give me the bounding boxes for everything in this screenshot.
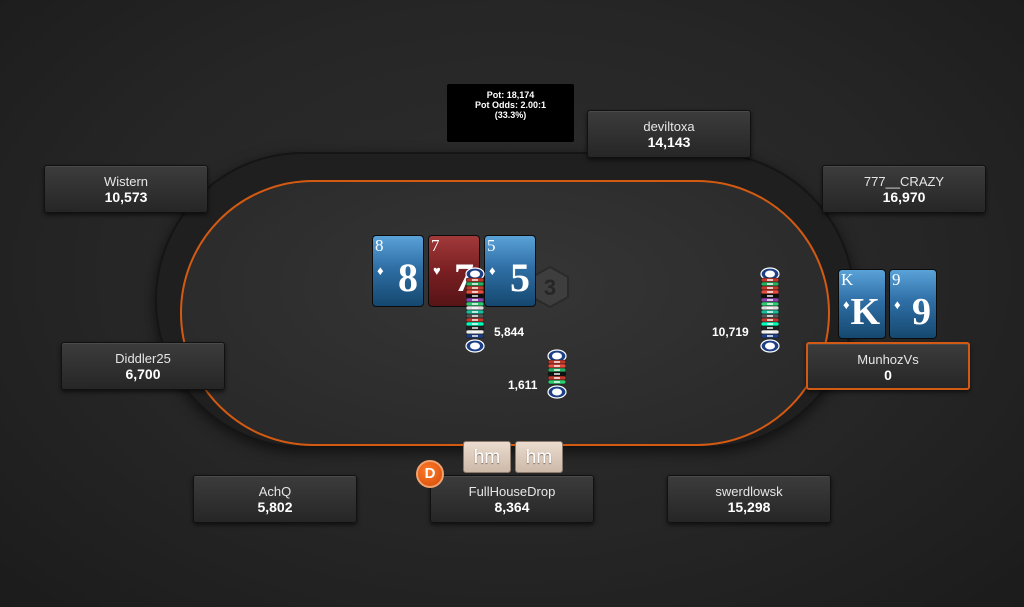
seat-munhozvs[interactable]: MunhozVs 0 (806, 342, 970, 390)
player-name: swerdlowsk (715, 484, 783, 499)
card-rank-large: K (850, 291, 880, 333)
card-rank: 7 (431, 236, 440, 255)
bet-amount-right: 10,719 (712, 325, 749, 339)
player-stack: 10,573 (104, 189, 148, 205)
card-rank: 8 (375, 236, 384, 255)
seat-deviltoxa[interactable]: deviltoxa 14,143 (587, 110, 751, 158)
bet-amount-center: 5,844 (494, 325, 525, 339)
svg-text:3: 3 (544, 275, 556, 300)
player-name: MunhozVs (857, 352, 919, 367)
dealer-button: D (416, 460, 444, 488)
card-rank: 5 (487, 236, 496, 255)
pot-odds-percent: (33.3%) (494, 110, 527, 120)
pot-odds: Pot Odds: 2.00:1 (474, 100, 546, 110)
player-stack: 14,143 (647, 134, 691, 150)
pot-amount: Pot: 18,174 (486, 90, 535, 100)
player-name: AchQ (258, 484, 292, 499)
player-name: Wistern (103, 174, 149, 189)
board-card-3: 5 ♦ 5 (484, 235, 536, 307)
player-name: deviltoxa (643, 119, 695, 134)
poker-table-felt (180, 180, 830, 446)
seat-swerdlowsk[interactable]: swerdlowsk 15,298 (667, 475, 831, 523)
hole-card-1: K ♦ K (838, 269, 886, 339)
card-rank: 9 (892, 270, 901, 289)
heart-suit-icon: ♥ (433, 263, 441, 278)
player-stack: 16,970 (882, 189, 926, 205)
player-name: FullHouseDrop (468, 484, 556, 499)
diamond-suit-icon: ♦ (894, 297, 901, 312)
card-rank: K (841, 270, 854, 289)
seat-fullhousedrop[interactable]: FullHouseDrop 8,364 (430, 475, 594, 523)
diamond-suit-icon: ♦ (489, 263, 496, 278)
chip-stack-center (465, 267, 485, 353)
player-stack: 0 (884, 367, 892, 383)
card-rank-large: 9 (912, 291, 931, 333)
hud-button-1[interactable]: hm (463, 441, 511, 473)
player-stack: 6,700 (125, 366, 161, 382)
hud-button-2[interactable]: hm (515, 441, 563, 473)
hole-card-2: 9 ♦ 9 (889, 269, 937, 339)
player-stack: 8,364 (494, 499, 530, 515)
player-stack: 15,298 (727, 499, 771, 515)
seat-777-crazy[interactable]: 777__CRAZY 16,970 (822, 165, 986, 213)
pot-info-box: Pot: 18,174 Pot Odds: 2.00:1 (33.3%) (447, 84, 574, 142)
player-name: Diddler25 (115, 351, 171, 366)
diamond-suit-icon: ♦ (377, 263, 384, 278)
seat-achq[interactable]: AchQ 5,802 (193, 475, 357, 523)
card-rank-large: 5 (510, 255, 530, 300)
card-rank-large: 8 (398, 255, 418, 300)
seat-diddler25[interactable]: Diddler25 6,700 (61, 342, 225, 390)
seat-wistern[interactable]: Wistern 10,573 (44, 165, 208, 213)
player-name: 777__CRAZY (863, 174, 945, 189)
diamond-suit-icon: ♦ (843, 297, 850, 312)
chip-stack-small (547, 349, 567, 399)
bet-amount-small: 1,611 (508, 378, 538, 392)
player-stack: 5,802 (257, 499, 293, 515)
chip-stack-right (760, 267, 780, 353)
board-card-1: 8 ♦ 8 (372, 235, 424, 307)
